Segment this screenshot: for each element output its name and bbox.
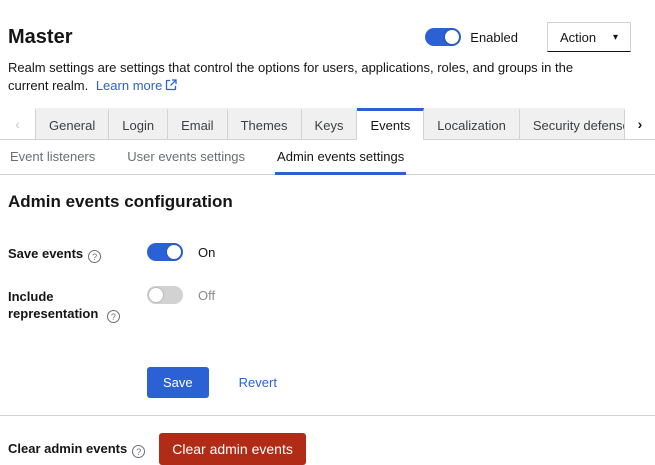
tab-email[interactable]: Email [168,108,228,139]
learn-more-link[interactable]: Learn more [96,78,177,93]
tab-themes[interactable]: Themes [228,108,302,139]
tab-login[interactable]: Login [109,108,168,139]
include-representation-row: Include representation ? Off [8,286,655,323]
chevron-left-icon: ‹ [15,116,20,132]
save-events-label: Save events? [8,243,147,263]
section-divider [0,415,655,416]
section-title: Admin events configuration [8,192,655,212]
enabled-label: Enabled [470,30,518,45]
tab-events[interactable]: Events [357,108,424,139]
clear-admin-events-label: Clear admin events? [8,441,145,458]
save-button[interactable]: Save [147,367,209,398]
caret-down-icon: ▾ [613,32,618,43]
page-title: Master [8,26,72,48]
include-representation-state: Off [198,288,215,303]
form-actions: Save Revert [147,367,655,398]
realm-description: Realm settings are settings that control… [8,59,616,95]
tab-general[interactable]: General [35,108,109,139]
description-text: Realm settings are settings that control… [8,60,573,93]
toggle-knob [445,30,459,44]
external-link-icon [165,79,177,91]
subtab-event-listeners[interactable]: Event listeners [8,140,97,174]
toggle-knob [149,288,163,302]
realm-settings-tabbar: ‹ General Login Email Themes Keys Events… [0,108,655,140]
help-icon[interactable]: ? [88,250,101,263]
tabs-scroll-right-button[interactable]: › [625,108,655,139]
revert-button[interactable]: Revert [239,367,277,398]
save-events-state: On [198,245,215,260]
tabs-scroll-left-button[interactable]: ‹ [0,108,35,139]
include-representation-label: Include representation ? [8,286,147,323]
action-dropdown[interactable]: Action ▾ [547,22,631,52]
clear-admin-events-row: Clear admin events? Clear admin events [8,433,655,465]
action-dropdown-label: Action [560,30,596,45]
include-representation-toggle[interactable] [147,286,183,304]
subtab-admin-events-settings[interactable]: Admin events settings [275,140,406,174]
help-icon[interactable]: ? [132,445,145,458]
clear-admin-events-button[interactable]: Clear admin events [159,433,306,465]
subtab-user-events-settings[interactable]: User events settings [125,140,247,174]
tab-security-defenses[interactable]: Security defenses [520,108,625,139]
realm-enabled-toggle[interactable] [425,28,461,46]
chevron-right-icon: › [638,116,643,132]
help-icon[interactable]: ? [107,310,120,323]
tab-keys[interactable]: Keys [302,108,358,139]
tab-localization[interactable]: Localization [424,108,520,139]
save-events-toggle[interactable] [147,243,183,261]
save-events-row: Save events? On [8,243,655,263]
events-subtabs: Event listeners User events settings Adm… [0,140,655,175]
page-header: Master Enabled Action ▾ Realm settings a… [0,0,655,95]
toggle-knob [167,245,181,259]
